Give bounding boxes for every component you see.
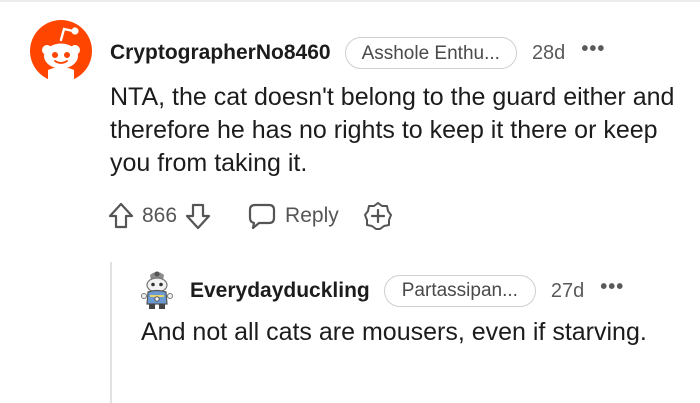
reply-label: Reply <box>285 204 339 227</box>
comment-body: NTA, the cat doesn't belong to the guard… <box>110 83 675 177</box>
reply-header: Everydayduckling Partassipan... 27d ••• <box>190 275 624 307</box>
reply-username[interactable]: Everydayduckling <box>190 279 370 303</box>
reply-button[interactable]: Reply <box>247 202 339 230</box>
reply-more-options-button[interactable]: ••• <box>600 277 624 305</box>
user-flair: Asshole Enthu... <box>344 37 517 69</box>
reply-user-flair: Partassipan... <box>383 275 536 307</box>
reply-age: 27d <box>550 279 585 302</box>
comment-header: CryptographerNo8460 Asshole Enthu... 28d… <box>110 36 605 70</box>
user-avatar-icon[interactable] <box>30 20 92 82</box>
reply-avatar-icon[interactable] <box>138 270 176 310</box>
comment-username[interactable]: CryptographerNo8460 <box>110 41 331 65</box>
top-divider <box>0 0 700 2</box>
comment-bubble-icon <box>248 203 276 230</box>
thread-line[interactable] <box>110 262 112 403</box>
downvote-icon[interactable] <box>185 202 211 230</box>
upvote-icon[interactable] <box>108 202 134 230</box>
comment-actions: 866 Reply <box>108 199 393 233</box>
more-options-button[interactable]: ••• <box>581 39 605 67</box>
vote-score: 866 <box>142 204 178 227</box>
comment-age: 28d <box>531 41 566 64</box>
award-icon[interactable] <box>363 201 393 231</box>
reply-body: And not all cats are mousers, even if st… <box>141 318 647 346</box>
